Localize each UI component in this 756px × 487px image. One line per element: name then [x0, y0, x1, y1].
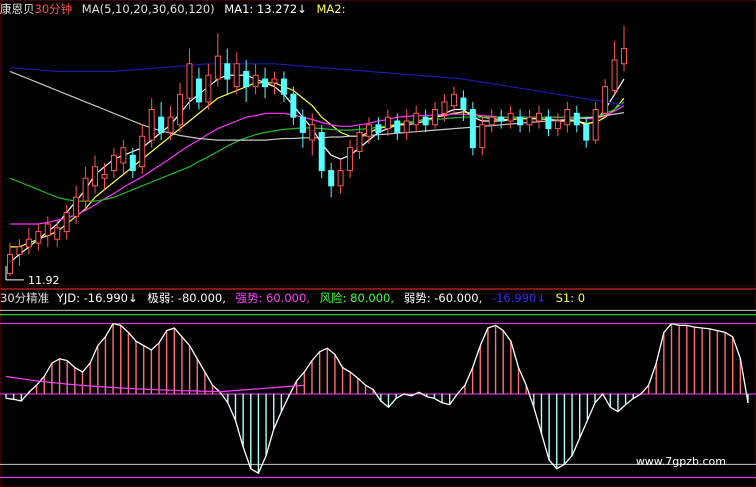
- candle-body: [592, 109, 599, 141]
- signal-line: [5, 375, 305, 393]
- candle-body: [554, 120, 561, 130]
- candle-body: [602, 86, 609, 114]
- candle-body: [384, 116, 391, 130]
- candle-body: [110, 154, 117, 172]
- candle-body: [469, 109, 476, 149]
- candle-body: [195, 78, 202, 103]
- candle-body: [205, 74, 212, 103]
- candle-body: [517, 116, 524, 126]
- candle-body: [564, 109, 571, 126]
- candle-body: [328, 170, 335, 187]
- candle-body: [35, 231, 42, 244]
- candle-body: [54, 227, 61, 240]
- candle-body: [394, 120, 401, 133]
- candle-body: [535, 112, 542, 122]
- indicator-name: 30分精准: [0, 291, 50, 305]
- candle-body: [365, 124, 372, 137]
- candle-body: [621, 48, 627, 65]
- candle-body: [526, 116, 533, 126]
- candle-body: [413, 112, 420, 126]
- period-label: 30分钟: [34, 2, 73, 16]
- stock-name: 康恩贝: [0, 2, 35, 16]
- indicator-header: 30分精准 YJD: -16.990↓ 极弱: -80.000, 强势: 60.…: [0, 290, 591, 306]
- candle-body: [356, 131, 363, 153]
- candle-body: [44, 223, 51, 236]
- candle-body: [139, 135, 146, 168]
- candle-body: [611, 59, 618, 91]
- candle-body: [73, 196, 80, 217]
- candle-body: [347, 147, 354, 172]
- candle-body: [441, 101, 448, 114]
- candle-body: [63, 212, 70, 233]
- yjd-line: [5, 322, 749, 475]
- low-marker-label: 11.92: [28, 274, 60, 287]
- candle-body: [252, 74, 259, 88]
- candle-body: [158, 116, 165, 133]
- candle-body: [290, 93, 297, 118]
- candle-body: [488, 116, 495, 126]
- candle-body: [450, 93, 457, 107]
- candle-body: [432, 109, 439, 126]
- candle-body: [422, 116, 429, 126]
- ma-line-ma5: [9, 70, 625, 141]
- candle-body: [82, 177, 89, 202]
- candle-body: [271, 78, 278, 84]
- candle-body: [573, 112, 580, 126]
- fengxian-value: 风险: 80.000,: [319, 291, 395, 305]
- candle-body: [224, 63, 231, 80]
- candle-body: [460, 97, 467, 111]
- frame-border: [0, 0, 756, 487]
- s1-value: S1: 0: [555, 291, 586, 305]
- candle-body: [309, 124, 316, 141]
- candle-body: [101, 173, 108, 179]
- ma-line-ma2: [10, 82, 625, 248]
- candle-body: [7, 253, 13, 275]
- ma2-value: MA2:: [316, 2, 346, 16]
- ruoshi-value: 弱势: -60.000,: [403, 291, 483, 305]
- ma-params: MA(5,10,20,30,60,120): [81, 2, 215, 16]
- qiangshi-value: 强势: 60.000,: [235, 291, 310, 305]
- candle-body: [498, 116, 505, 122]
- candle-body: [583, 124, 590, 141]
- price-header: 康恩贝30分钟 MA(5,10,20,30,60,120) MA1: 13.27…: [0, 1, 351, 17]
- candle-body: [375, 124, 382, 133]
- ma-line-ma6: [9, 63, 625, 106]
- candle-body: [280, 78, 287, 95]
- candle-body: [148, 109, 155, 141]
- candle-body: [25, 238, 32, 248]
- candle-body: [120, 147, 127, 164]
- extra-value: -16.990↓: [491, 291, 546, 305]
- ma1-value: MA1: 13.272↓: [224, 2, 307, 16]
- candle-body: [243, 70, 250, 88]
- candle-body: [545, 116, 552, 130]
- candle-body: [479, 124, 486, 149]
- candle-body: [177, 93, 184, 126]
- kline-chart: 11.92: [0, 0, 756, 487]
- candle-body: [167, 116, 174, 133]
- jiruo-value: 极弱: -80.000,: [147, 291, 226, 305]
- candle-body: [129, 154, 136, 172]
- candle-body: [92, 166, 99, 187]
- candle-body: [233, 63, 240, 88]
- watermark: www.7gpzb.com: [635, 455, 726, 468]
- candle-body: [337, 170, 344, 187]
- candle-body: [262, 78, 269, 88]
- candle-body: [507, 112, 514, 122]
- ma-line-ma1: [9, 74, 625, 263]
- candle-body: [318, 131, 325, 172]
- candle-body: [214, 55, 221, 80]
- candle-body: [16, 246, 23, 255]
- candle-body: [403, 120, 410, 133]
- yjd-value: YJD: -16.990↓: [56, 291, 138, 305]
- candle-body: [186, 63, 193, 99]
- candle-body: [299, 116, 306, 133]
